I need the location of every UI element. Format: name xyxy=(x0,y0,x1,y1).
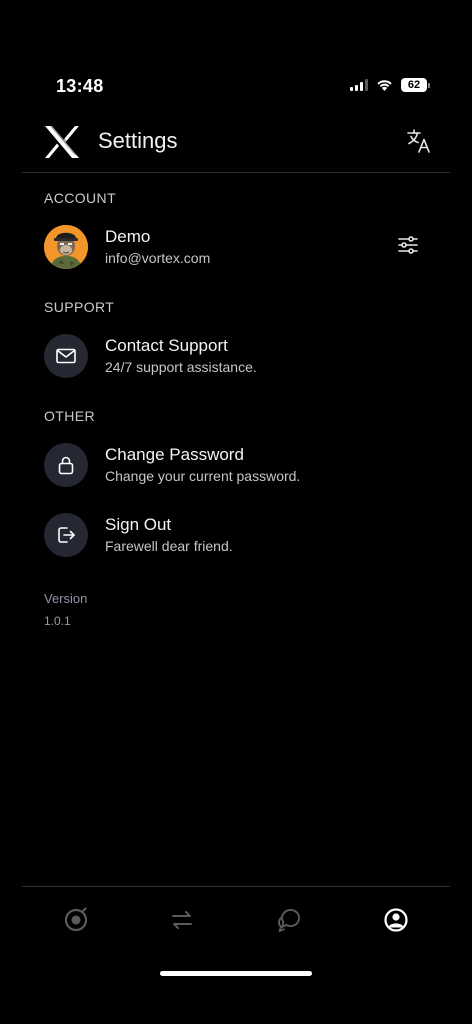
sliders-icon[interactable] xyxy=(396,233,420,257)
password-icon-wrap xyxy=(44,443,88,487)
account-name: Demo xyxy=(105,227,151,246)
signal-icon xyxy=(350,79,368,91)
version-label: Version xyxy=(44,591,88,606)
battery-level: 62 xyxy=(401,78,427,92)
sign-out-row[interactable]: Sign Out Farewell dear friend. xyxy=(44,513,434,563)
change-password-subtitle: Change your current password. xyxy=(105,468,301,484)
contact-support-subtitle: 24/7 support assistance. xyxy=(105,359,257,375)
support-icon-wrap xyxy=(44,334,88,378)
lock-icon xyxy=(58,456,74,475)
status-icons: 62 xyxy=(350,78,430,92)
tab-bar xyxy=(0,888,472,958)
section-label-other: OTHER xyxy=(44,408,95,424)
tab-target-icon[interactable] xyxy=(63,907,89,933)
translate-icon[interactable] xyxy=(406,128,432,154)
tab-swap-arrows-icon[interactable] xyxy=(169,907,195,933)
section-label-account: ACCOUNT xyxy=(44,190,117,206)
status-time: 13:48 xyxy=(56,76,104,96)
wifi-icon xyxy=(377,80,392,91)
version-value: 1.0.1 xyxy=(44,614,71,628)
vortex-logo-icon xyxy=(45,126,79,158)
sign-out-subtitle: Farewell dear friend. xyxy=(105,538,233,554)
home-indicator xyxy=(160,971,312,976)
ape-avatar-icon xyxy=(44,225,88,269)
change-password-row[interactable]: Change Password Change your current pass… xyxy=(44,443,434,493)
mail-icon xyxy=(56,348,76,364)
sign-out-icon-wrap xyxy=(44,513,88,557)
sign-out-icon xyxy=(58,527,75,543)
section-label-support: SUPPORT xyxy=(44,299,115,315)
tab-user-profile-icon[interactable] xyxy=(383,907,409,933)
account-row[interactable]: Demo info@vortex.com xyxy=(44,225,434,275)
tab-bar-divider xyxy=(22,886,450,887)
battery-icon: 62 xyxy=(401,78,430,92)
page-title: Settings xyxy=(98,128,178,153)
change-password-title: Change Password xyxy=(105,445,244,464)
contact-support-row[interactable]: Contact Support 24/7 support assistance. xyxy=(44,334,434,384)
account-email: info@vortex.com xyxy=(105,250,211,266)
sign-out-title: Sign Out xyxy=(105,515,172,534)
tab-chat-bubbles-icon[interactable] xyxy=(276,907,302,933)
header-divider xyxy=(22,172,450,173)
avatar xyxy=(44,225,88,269)
header: Settings xyxy=(0,118,472,172)
contact-support-title: Contact Support xyxy=(105,336,228,355)
